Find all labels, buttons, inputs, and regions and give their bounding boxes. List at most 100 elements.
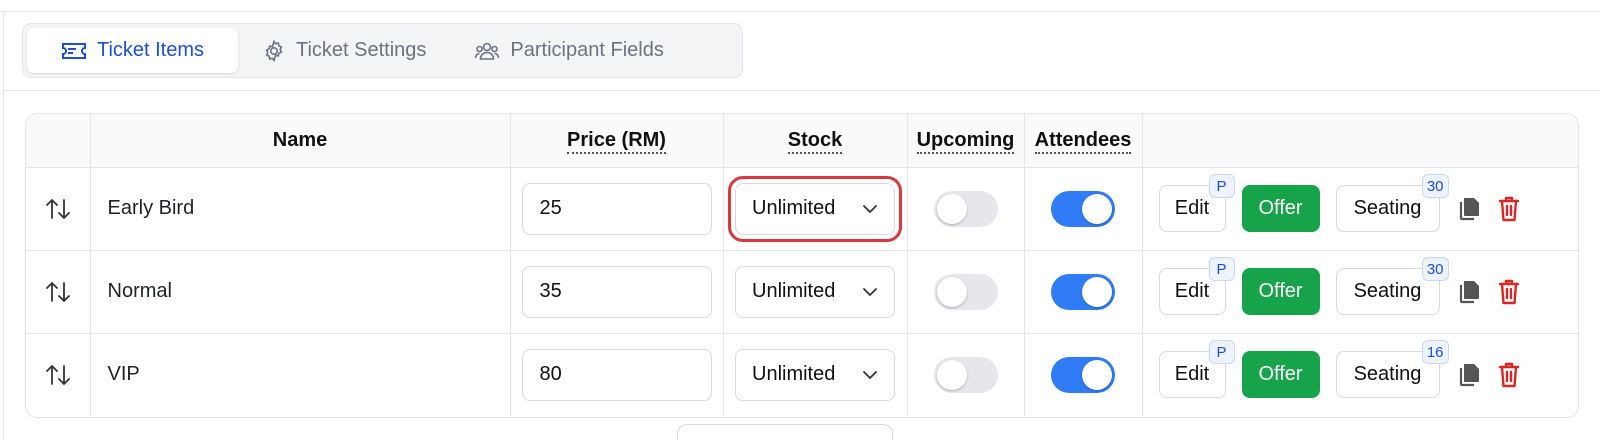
header-name: Name bbox=[90, 114, 511, 168]
table-row: Normal 35 Unlimited Edit P Offer Seating… bbox=[26, 250, 1578, 334]
offer-label: Offer bbox=[1258, 280, 1303, 302]
trash-icon[interactable] bbox=[1498, 279, 1520, 305]
offer-label: Offer bbox=[1258, 363, 1303, 386]
price-input[interactable]: 35 bbox=[521, 265, 712, 318]
sort-cell bbox=[26, 250, 91, 334]
edit-badge: P bbox=[1208, 257, 1235, 281]
ticket-name: VIP bbox=[90, 333, 511, 416]
toggle-knob bbox=[1082, 359, 1112, 390]
header-stock: Stock bbox=[723, 114, 908, 168]
tab-bar: Ticket Items Ticket Settings Participant… bbox=[22, 23, 743, 78]
tabs-divider bbox=[3, 90, 1600, 91]
stock-cell: Unlimited bbox=[723, 250, 908, 334]
left-divider bbox=[3, 12, 4, 440]
tab-label: Ticket Settings bbox=[296, 39, 427, 61]
edit-badge: P bbox=[1208, 340, 1235, 365]
header-attendees: Attendees bbox=[1024, 114, 1143, 168]
chevron-down-icon bbox=[862, 197, 878, 220]
tab-ticket-settings[interactable]: Ticket Settings bbox=[238, 28, 450, 73]
stock-select[interactable]: Unlimited bbox=[735, 348, 895, 401]
offer-button[interactable]: Offer bbox=[1241, 185, 1320, 232]
copy-icon[interactable] bbox=[1458, 363, 1480, 387]
sort-handle-icon[interactable] bbox=[26, 279, 90, 305]
edit-button[interactable]: Edit P bbox=[1158, 340, 1235, 399]
header-stock-label: Stock bbox=[787, 128, 843, 154]
users-icon bbox=[474, 39, 500, 63]
ticket-icon bbox=[61, 41, 87, 61]
gear-icon bbox=[262, 39, 286, 63]
seating-badge: 30 bbox=[1421, 257, 1449, 281]
table-row: VIP 80 Unlimited Edit P Offer Seating 16 bbox=[26, 333, 1578, 416]
offer-button[interactable]: Offer bbox=[1241, 351, 1320, 399]
header-upcoming: Upcoming bbox=[907, 114, 1025, 168]
table-header-row: Name Price (RM) Stock Upcoming Attendees bbox=[26, 114, 1578, 168]
tab-ticket-items[interactable]: Ticket Items bbox=[27, 28, 238, 73]
edit-button[interactable]: Edit P bbox=[1158, 257, 1235, 315]
toggle-knob bbox=[1082, 193, 1112, 224]
copy-icon[interactable] bbox=[1458, 197, 1480, 221]
edit-label: Edit bbox=[1174, 197, 1210, 219]
header-price-label: Price (RM) bbox=[567, 128, 666, 154]
actions-cell: Edit P Offer Seating 16 bbox=[1142, 333, 1578, 416]
actions-cell: Edit P Offer Seating 30 bbox=[1142, 250, 1578, 334]
attendees-toggle[interactable] bbox=[1051, 190, 1115, 227]
stock-select[interactable]: Unlimited bbox=[728, 175, 902, 242]
seating-button[interactable]: Seating 30 bbox=[1335, 174, 1449, 232]
sort-handle-icon[interactable] bbox=[26, 362, 90, 388]
upcoming-cell bbox=[907, 167, 1025, 251]
trash-icon[interactable] bbox=[1498, 362, 1520, 388]
header-attendees-label: Attendees bbox=[1034, 128, 1132, 154]
chevron-down-icon bbox=[862, 363, 878, 386]
tab-participant-fields[interactable]: Participant Fields bbox=[450, 28, 687, 73]
stock-value: Unlimited bbox=[752, 280, 836, 302]
stock-select[interactable]: Unlimited bbox=[735, 265, 895, 318]
toggle-knob bbox=[936, 359, 967, 390]
header-upcoming-label: Upcoming bbox=[916, 128, 1015, 154]
trash-icon[interactable] bbox=[1498, 196, 1520, 222]
seating-badge: 30 bbox=[1421, 174, 1449, 198]
seating-button[interactable]: Seating 16 bbox=[1335, 340, 1449, 399]
toggle-knob bbox=[936, 276, 967, 307]
header-name-label: Name bbox=[272, 128, 328, 151]
stock-cell: Unlimited bbox=[723, 167, 908, 251]
copy-icon[interactable] bbox=[1458, 280, 1480, 304]
attendees-cell bbox=[1024, 167, 1143, 251]
actions-cell: Edit P Offer Seating 30 bbox=[1142, 167, 1578, 251]
attendees-cell bbox=[1024, 250, 1143, 334]
ticket-items-table: Name Price (RM) Stock Upcoming Attendees… bbox=[25, 113, 1579, 418]
offer-button[interactable]: Offer bbox=[1241, 268, 1320, 315]
upcoming-toggle[interactable] bbox=[933, 190, 998, 227]
sort-handle-icon[interactable] bbox=[26, 196, 90, 222]
sort-cell bbox=[26, 333, 91, 416]
edit-badge: P bbox=[1208, 174, 1235, 198]
attendees-toggle[interactable] bbox=[1051, 356, 1115, 393]
upcoming-toggle[interactable] bbox=[933, 273, 998, 310]
price-input[interactable]: 80 bbox=[521, 348, 712, 401]
edit-label: Edit bbox=[1174, 280, 1210, 302]
toggle-knob bbox=[1082, 276, 1112, 307]
tab-label: Participant Fields bbox=[510, 39, 664, 61]
upcoming-cell bbox=[907, 333, 1025, 416]
price-input[interactable]: 25 bbox=[521, 182, 712, 235]
stock-value: Unlimited bbox=[752, 363, 836, 386]
top-divider bbox=[0, 0, 1600, 12]
offer-label: Offer bbox=[1258, 197, 1303, 219]
edit-label: Edit bbox=[1174, 363, 1210, 386]
add-ticket-button[interactable] bbox=[677, 424, 893, 440]
sort-cell bbox=[26, 167, 91, 251]
upcoming-cell bbox=[907, 250, 1025, 334]
price-cell: 25 bbox=[510, 167, 724, 251]
stock-value: Unlimited bbox=[752, 197, 836, 219]
header-sort bbox=[26, 114, 91, 168]
edit-button[interactable]: Edit P bbox=[1158, 174, 1235, 232]
seating-label: Seating bbox=[1353, 363, 1422, 386]
chevron-down-icon bbox=[862, 280, 878, 303]
seating-label: Seating bbox=[1353, 197, 1422, 219]
attendees-toggle[interactable] bbox=[1051, 273, 1115, 310]
attendees-cell bbox=[1024, 333, 1143, 416]
header-actions bbox=[1142, 114, 1578, 168]
ticket-name: Normal bbox=[90, 250, 511, 334]
stock-cell: Unlimited bbox=[723, 333, 908, 416]
upcoming-toggle[interactable] bbox=[933, 356, 998, 393]
seating-button[interactable]: Seating 30 bbox=[1335, 257, 1449, 315]
